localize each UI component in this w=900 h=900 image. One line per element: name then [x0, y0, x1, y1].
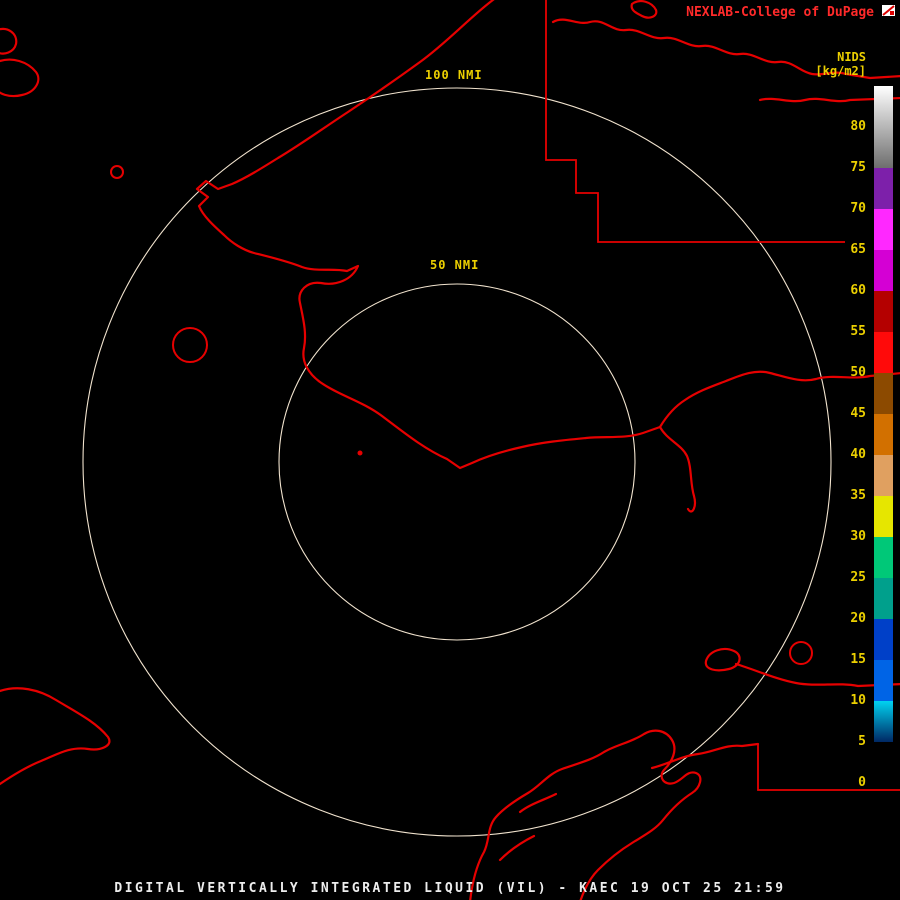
colorbar-tick-label: 60 [850, 283, 866, 298]
colorbar-units: [kg/m2] [815, 64, 866, 78]
colorbar-tick-label: 20 [850, 611, 866, 626]
range-ring-100nmi [82, 87, 832, 837]
colorbar-tick-label: 10 [850, 693, 866, 708]
round-island-right [789, 641, 813, 665]
colorbar-segment [874, 291, 893, 332]
island-bottom-left [0, 687, 111, 786]
island-left-2 [0, 58, 40, 98]
colorbar-tick-label: 40 [850, 447, 866, 462]
product-title: DIGITAL VERTICALLY INTEGRATED LIQUID (VI… [114, 881, 786, 896]
island-bottom-right [704, 647, 741, 672]
colorbar-tick-label: 50 [850, 365, 866, 380]
colorbar-tick-label: 30 [850, 529, 866, 544]
range-ring-label-50nmi: 50 NMI [427, 258, 483, 272]
colorbar-tick-label: 65 [850, 242, 866, 257]
colorbar-tick-label: 55 [850, 324, 866, 339]
coastline-inlet [658, 425, 696, 513]
nexlab-brand-text: NEXLAB-College of DuPage [686, 5, 874, 20]
colorbar-tick-label: 15 [850, 652, 866, 667]
islet-dot [357, 450, 363, 456]
range-ring-50nmi [278, 283, 636, 641]
radar-display: 100 NMI 50 NMI NEXLAB-College of DuPage … [0, 0, 900, 900]
island-top-right [630, 0, 658, 19]
colorbar-segment [874, 168, 893, 209]
colorbar-segment [874, 619, 893, 660]
colorbar-tick-label: 75 [850, 160, 866, 175]
colorbar-segment [874, 414, 893, 455]
delta-inner-2 [498, 834, 536, 862]
small-island [110, 165, 124, 179]
colorbar-tick-label: 5 [858, 734, 866, 749]
colorbar-segment [874, 537, 893, 578]
colorbar-segment [874, 332, 893, 373]
colorbar-tick-label: 0 [858, 775, 866, 790]
boundary-top-right [545, 0, 845, 243]
colorbar-segment [874, 86, 893, 168]
delta-coast [469, 729, 702, 900]
colorbar-segment [874, 742, 893, 783]
colorbar-tick-label: 70 [850, 201, 866, 216]
colorbar-segment [874, 578, 893, 619]
colorbar-segment [874, 660, 893, 701]
colorbar-segment [874, 496, 893, 537]
colorbar-segment [874, 455, 893, 496]
colorbar-tick-label: 45 [850, 406, 866, 421]
colorbar-tick-label: 25 [850, 570, 866, 585]
colorbar-segment [874, 250, 893, 291]
island-left-1 [0, 27, 18, 55]
radar-map [0, 0, 900, 900]
round-island [172, 327, 208, 363]
range-ring-label-100nmi: 100 NMI [422, 68, 486, 82]
cod-logo-icon [882, 5, 895, 16]
colorbar-segment [874, 209, 893, 250]
delta-inner-1 [518, 792, 558, 814]
colorbar-segment [874, 373, 893, 414]
colorbar-title: NIDS [837, 50, 866, 64]
colorbar-tick-label: 80 [850, 119, 866, 134]
colorbar-tick-label: 35 [850, 488, 866, 503]
colorbar-segment [874, 701, 893, 742]
colorbar-gradient [874, 86, 893, 783]
